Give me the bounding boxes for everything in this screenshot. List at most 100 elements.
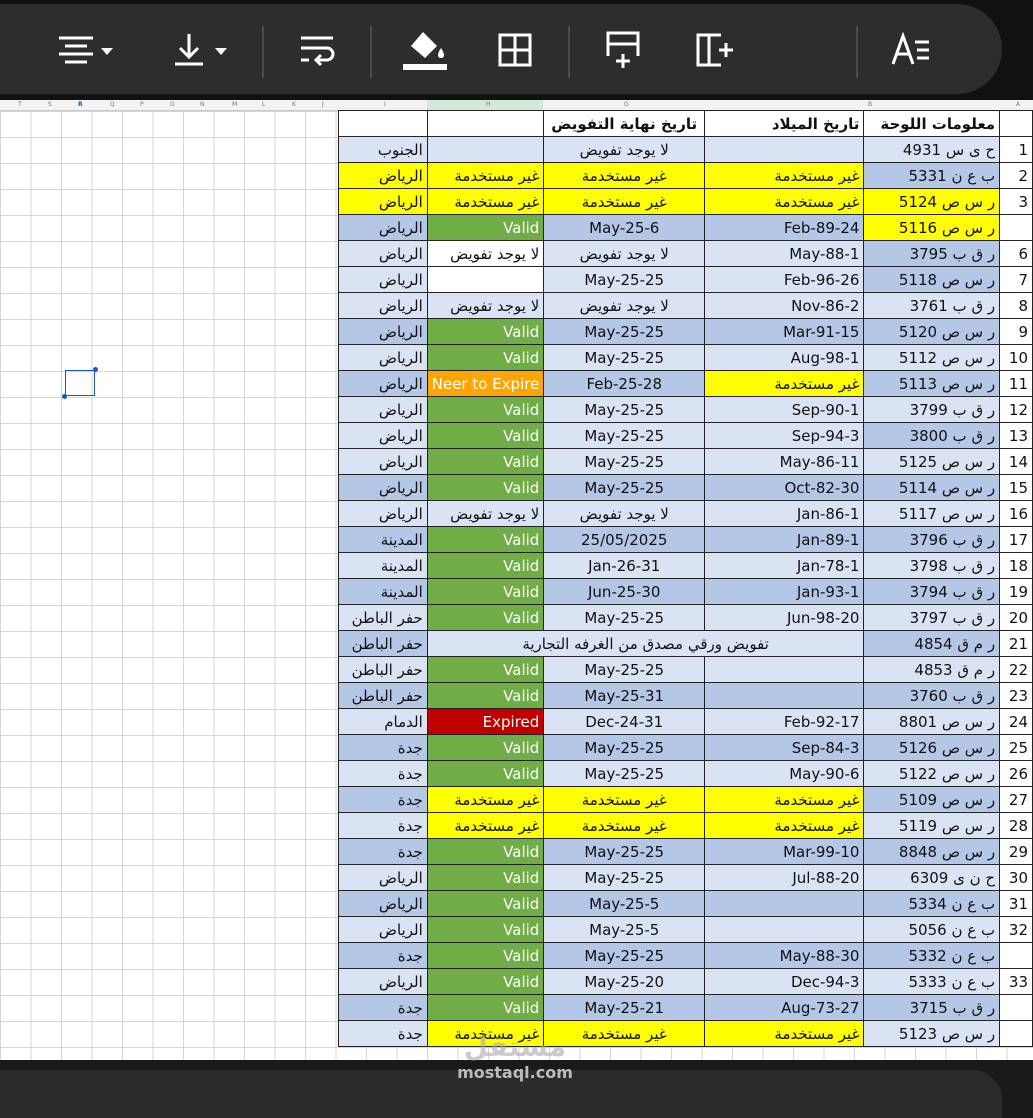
row-number-cell[interactable]: 13 — [999, 422, 1033, 449]
row-number-cell[interactable]: 16 — [999, 500, 1033, 527]
plate-cell[interactable]: ر س ص 5114 — [863, 474, 1001, 501]
row-number-cell[interactable]: 33 — [999, 968, 1033, 995]
row-number-cell[interactable]: 30 — [999, 864, 1033, 891]
plate-cell[interactable]: ر ق ب 3796 — [863, 526, 1001, 553]
status-cell[interactable]: غير مستخدمة — [426, 812, 545, 839]
birth-date-cell[interactable]: Jul-88-20 — [704, 864, 865, 891]
birth-date-cell[interactable]: Feb-89-24 — [704, 214, 865, 241]
row-number-cell[interactable]: 32 — [999, 916, 1033, 943]
header-city[interactable] — [338, 110, 428, 137]
end-date-cell[interactable]: May-25-25 — [543, 474, 706, 501]
column-letter[interactable]: K — [292, 101, 296, 108]
column-letter[interactable]: I — [384, 101, 386, 108]
plate-cell[interactable]: ر ق ب 3798 — [863, 552, 1001, 579]
status-cell[interactable]: Valid — [426, 552, 545, 579]
row-number-cell[interactable] — [999, 994, 1033, 1021]
birth-date-cell[interactable]: Aug-73-27 — [704, 994, 865, 1021]
status-cell[interactable]: Expired — [426, 708, 545, 735]
row-number-cell[interactable]: 20 — [999, 604, 1033, 631]
end-date-cell[interactable]: May-25-25 — [543, 864, 706, 891]
column-letter[interactable]: Q — [110, 101, 115, 108]
end-date-cell[interactable]: Dec-24-31 — [543, 708, 706, 735]
column-letter[interactable]: J — [322, 101, 324, 108]
birth-date-cell[interactable]: Jan-89-1 — [704, 526, 865, 553]
plate-cell[interactable]: ب ع ن 5333 — [863, 968, 1001, 995]
city-cell[interactable]: المدينة — [338, 552, 428, 579]
row-number-cell[interactable]: 3 — [999, 188, 1033, 215]
row-number-cell[interactable]: 15 — [999, 474, 1033, 501]
birth-date-cell[interactable]: Sep-94-3 — [704, 422, 865, 449]
city-cell[interactable]: جدة — [338, 838, 428, 865]
row-number-cell[interactable]: 29 — [999, 838, 1033, 865]
align-vertical-button[interactable] — [168, 22, 238, 78]
column-letter[interactable]: B — [868, 101, 872, 108]
birth-date-cell[interactable]: غير مستخدمة — [704, 162, 865, 189]
status-cell[interactable]: Valid — [426, 968, 545, 995]
text-format-button[interactable] — [884, 22, 938, 78]
city-cell[interactable]: حفر الباطن — [338, 682, 428, 709]
plate-cell[interactable]: ح ن ى 6309 — [863, 864, 1001, 891]
row-number-cell[interactable]: 12 — [999, 396, 1033, 423]
birth-date-cell[interactable]: Sep-84-3 — [704, 734, 865, 761]
end-date-cell[interactable]: لا يوجد تفويض — [543, 136, 706, 163]
row-number-cell[interactable]: 11 — [999, 370, 1033, 397]
city-cell[interactable]: الرياض — [338, 266, 428, 293]
end-date-cell[interactable]: May-25-25 — [543, 344, 706, 371]
plate-cell[interactable]: ر س ص 5118 — [863, 266, 1001, 293]
status-cell[interactable]: Valid — [426, 474, 545, 501]
birth-date-cell[interactable] — [704, 656, 865, 683]
status-cell[interactable]: Valid — [426, 734, 545, 761]
status-cell[interactable]: Neer to Expire — [426, 370, 545, 397]
plate-cell[interactable]: ح ى س 4931 — [863, 136, 1001, 163]
header-status[interactable] — [426, 110, 545, 137]
end-date-cell[interactable]: May-25-25 — [543, 448, 706, 475]
plate-cell[interactable]: ر س ص 5123 — [863, 1020, 1001, 1047]
end-date-cell[interactable]: Jan-26-31 — [543, 552, 706, 579]
row-number-cell[interactable]: 19 — [999, 578, 1033, 605]
birth-date-cell[interactable]: غير مستخدمة — [704, 370, 865, 397]
status-cell[interactable]: لا يوجد تفويض — [426, 240, 545, 267]
plate-cell[interactable]: ر ق ب 3760 — [863, 682, 1001, 709]
row-number-cell[interactable]: 31 — [999, 890, 1033, 917]
birth-date-cell[interactable]: May-90-6 — [704, 760, 865, 787]
birth-date-cell[interactable]: Jan-78-1 — [704, 552, 865, 579]
status-cell[interactable]: غير مستخدمة — [426, 786, 545, 813]
plate-cell[interactable]: ب ع ن 5331 — [863, 162, 1001, 189]
plate-cell[interactable]: ر س ص 5124 — [863, 188, 1001, 215]
birth-date-cell[interactable] — [704, 890, 865, 917]
city-cell[interactable]: الرياض — [338, 864, 428, 891]
end-date-cell[interactable]: غير مستخدمة — [543, 786, 706, 813]
plate-cell[interactable]: ر ق ب 3795 — [863, 240, 1001, 267]
plate-cell[interactable]: ر س ص 5112 — [863, 344, 1001, 371]
city-cell[interactable]: حفر الباطن — [338, 604, 428, 631]
status-cell[interactable]: Valid — [426, 682, 545, 709]
plate-cell[interactable]: ر ق ب 3715 — [863, 994, 1001, 1021]
plate-cell[interactable]: ر ق ب 3794 — [863, 578, 1001, 605]
status-cell[interactable]: Valid — [426, 526, 545, 553]
selected-cell[interactable] — [62, 367, 98, 399]
end-date-cell[interactable]: غير مستخدمة — [543, 188, 706, 215]
end-date-cell[interactable]: 25/05/2025 — [543, 526, 706, 553]
header-end-date[interactable]: تاريخ نهاية التفويض — [543, 110, 706, 137]
plate-cell[interactable]: ر س ص 5126 — [863, 734, 1001, 761]
birth-date-cell[interactable] — [704, 136, 865, 163]
birth-date-cell[interactable]: Mar-99-10 — [704, 838, 865, 865]
row-number-cell[interactable]: 9 — [999, 318, 1033, 345]
city-cell[interactable]: الرياض — [338, 448, 428, 475]
plate-cell[interactable]: ر س ص 5116 — [863, 214, 1001, 241]
status-cell[interactable]: Valid — [426, 604, 545, 631]
plate-cell[interactable]: ر س ص 5109 — [863, 786, 1001, 813]
status-cell[interactable]: Valid — [426, 890, 545, 917]
city-cell[interactable]: المدينة — [338, 578, 428, 605]
end-date-cell[interactable]: May-25-25 — [543, 396, 706, 423]
status-cell[interactable]: Valid — [426, 656, 545, 683]
spreadsheet-grid[interactable]: T S R Q P O N M L K J I H G B A تاريخ نهاية التفويض تاري… — [0, 100, 1033, 1060]
row-number-cell[interactable]: 23 — [999, 682, 1033, 709]
end-date-cell[interactable]: May-25-25 — [543, 656, 706, 683]
plate-cell[interactable]: ر ق ب 3799 — [863, 396, 1001, 423]
insert-row-button[interactable] — [598, 22, 648, 78]
plate-cell[interactable]: ب ع ن 5334 — [863, 890, 1001, 917]
end-date-cell[interactable]: غير مستخدمة — [543, 162, 706, 189]
city-cell[interactable]: الرياض — [338, 240, 428, 267]
city-cell[interactable]: جدة — [338, 1020, 428, 1047]
